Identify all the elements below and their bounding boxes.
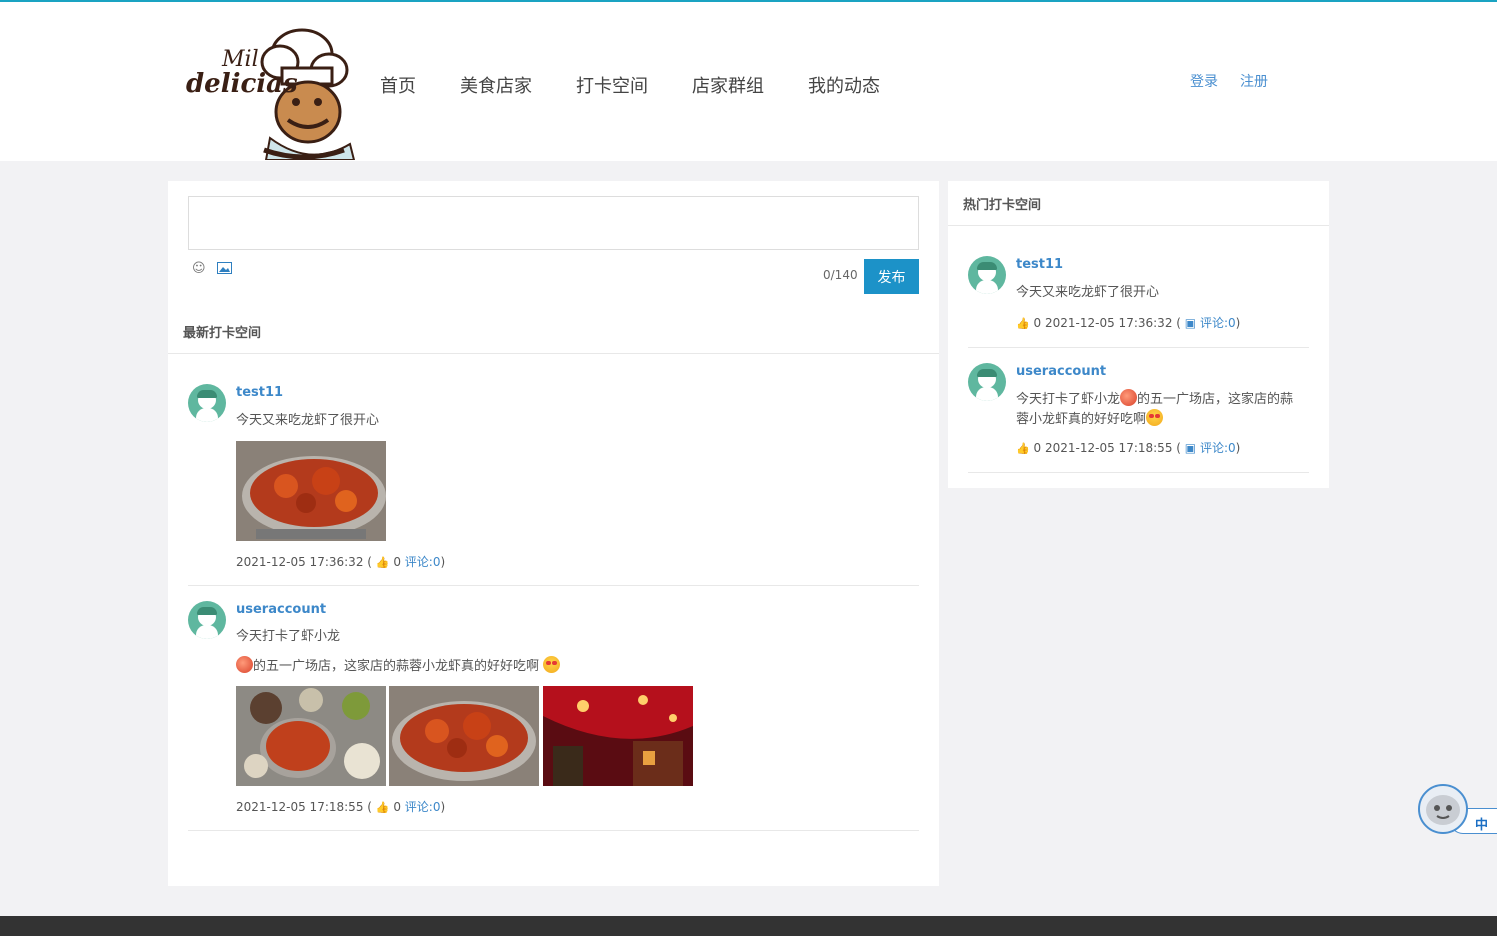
post-time: 2021-12-05 17:18:55 ( [236,800,372,814]
hot-post-username[interactable]: useraccount [1016,364,1106,379]
publish-button[interactable]: 发布 [864,259,919,294]
thumbs-up-icon[interactable]: 👍 [376,801,390,814]
main-nav: 首页 美食店家 打卡空间 店家群组 我的动态 [380,72,924,98]
nav-home[interactable]: 首页 [380,72,416,98]
post-divider [188,585,919,586]
post-username[interactable]: test11 [236,385,283,400]
heart-eyes-emoji-icon [543,656,561,673]
post-meta: 2021-12-05 17:36:32 ( 👍 0 评论:0) [236,553,445,570]
image-icon[interactable]: ▣ [1185,441,1196,455]
avatar[interactable] [968,363,1006,401]
image-icon[interactable] [217,262,232,274]
heart-eyes-emoji-icon [1146,409,1164,426]
hot-post-time: 2021-12-05 17:36:32 ( [1045,316,1181,330]
avatar[interactable] [968,256,1006,294]
hot-title-divider [948,225,1329,226]
hot-post-meta-close: ) [1235,316,1241,330]
site-header: Mil delicias 首页 美食店家 打卡空间 店家群组 我的动态 登录 注… [0,2,1497,161]
post-text: 今天又来吃龙虾了很开心 [236,413,380,428]
thumbs-up-icon[interactable]: 👍 [1016,442,1030,455]
post-likes: 0 [393,800,401,814]
post-comments-link[interactable]: 评论:0 [405,800,441,814]
hot-post-text-b: 的五一广场店，这家店的蒜 [1137,392,1294,407]
post-likes: 0 [393,555,401,569]
image-icon[interactable]: ▣ [1185,316,1196,330]
avatar[interactable] [188,601,226,639]
hot-checkin-card: 热门打卡空间 test11 今天又来吃龙虾了很开心 👍 0 2021-12-05… [948,181,1329,488]
login-link[interactable]: 登录 [1190,71,1218,91]
post-text: 今天打卡了虾小龙 [236,629,341,644]
feed-title-divider [168,353,939,354]
post-image-crawfish[interactable] [236,441,386,541]
hot-post-text: 今天又来吃龙虾了很开心 [1016,285,1160,300]
hot-post-meta: 👍 0 2021-12-05 17:36:32 ( ▣ 评论:0) [1016,314,1240,331]
hot-post-text-c: 蓉小龙虾真的好好吃啊 [1016,412,1147,427]
hot-post-divider [968,472,1309,473]
post-image-crawfish[interactable] [389,686,539,786]
nav-shop-groups[interactable]: 店家群组 [692,72,764,98]
thumbs-up-icon[interactable]: 👍 [1016,317,1030,330]
lobster-emoji-icon [236,656,253,673]
hot-post-username[interactable]: test11 [1016,257,1063,272]
lobster-emoji-icon [1120,389,1138,406]
hot-post-text-a: 今天打卡了虾小龙 [1016,392,1121,407]
post-divider [188,830,919,831]
char-counter: 0/140 [823,268,858,282]
post-time: 2021-12-05 17:36:32 ( [236,555,372,569]
hot-post-time: 2021-12-05 17:18:55 ( [1045,441,1181,455]
post-image-table[interactable] [236,686,386,786]
hot-post-comments-link[interactable]: 评论:0 [1200,441,1236,455]
hot-post-likes: 0 [1033,441,1042,455]
nav-food-shops[interactable]: 美食店家 [460,72,532,98]
hot-post-comments-link[interactable]: 评论:0 [1200,316,1236,330]
assistant-icon[interactable] [1418,784,1468,834]
hot-title: 热门打卡空间 [963,198,1042,213]
auth-links: 登录 注册 [1190,71,1290,91]
robot-face-icon [1426,795,1460,825]
hot-post-meta: 👍 0 2021-12-05 17:18:55 ( ▣ 评论:0) [1016,439,1240,456]
nav-checkin[interactable]: 打卡空间 [576,72,648,98]
smiley-icon[interactable]: ☺ [192,261,206,276]
post-text-2: 的五一广场店，这家店的蒜蓉小龙虾真的好好吃啊 [253,659,540,674]
post-meta: 2021-12-05 17:18:55 ( 👍 0 评论:0) [236,798,445,815]
site-footer [0,916,1497,936]
thumbs-up-icon[interactable]: 👍 [376,556,390,569]
avatar[interactable] [188,384,226,422]
post-textarea[interactable] [188,196,919,250]
post-meta-close: ) [440,555,446,569]
feed-title: 最新打卡空间 [183,326,262,341]
hot-post-divider [968,347,1309,348]
post-meta-close: ) [440,800,446,814]
register-link[interactable]: 注册 [1240,71,1268,91]
logo-text-2: delicias [186,69,298,99]
nav-my-activity[interactable]: 我的动态 [808,72,880,98]
post-text-line2: 的五一广场店，这家店的蒜蓉小龙虾真的好好吃啊 [236,656,561,676]
post-username[interactable]: useraccount [236,602,326,617]
hot-post-likes: 0 [1033,316,1042,330]
post-comments-link[interactable]: 评论:0 [405,555,441,569]
logo-chef[interactable]: Mil delicias [184,22,356,160]
hot-post-text: 今天打卡了虾小龙 的五一广场店，这家店的蒜 蓉小龙虾真的好好吃啊 [1016,389,1306,429]
feed-card: ☺ 0/140 发布 最新打卡空间 test11 今天又来吃龙虾了很开心 202… [168,181,939,886]
hot-post-meta-close: ) [1235,441,1241,455]
post-image-restaurant[interactable] [543,686,693,786]
